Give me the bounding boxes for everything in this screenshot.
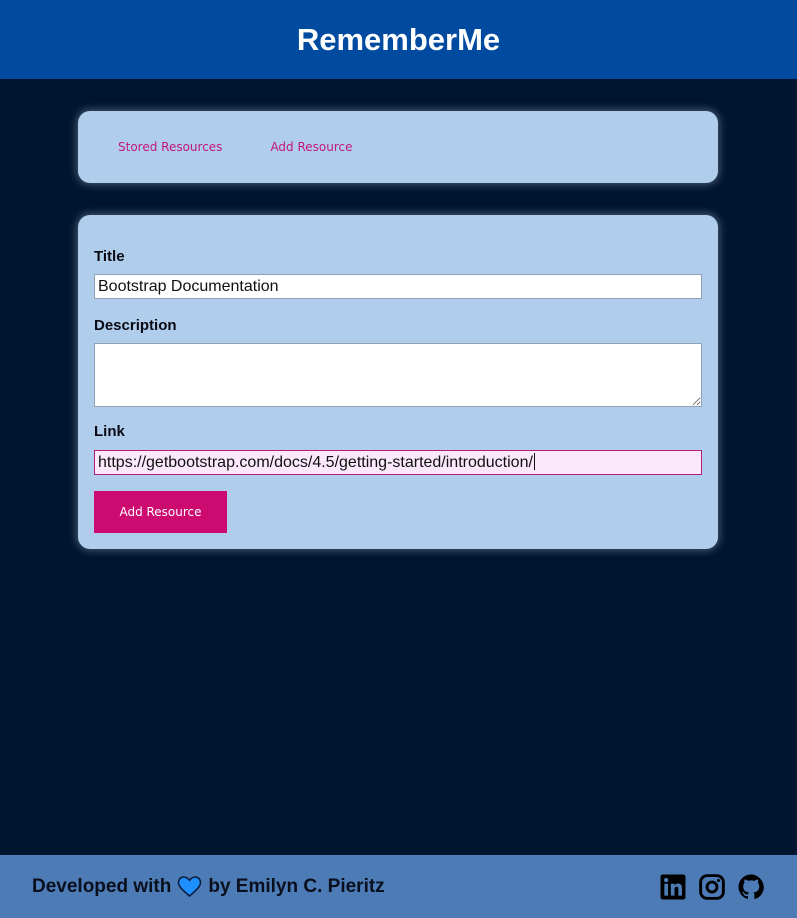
- nav-link-stored-resources[interactable]: Stored Resources: [118, 140, 222, 154]
- github-icon[interactable]: [738, 874, 764, 900]
- text-caret: [533, 453, 535, 470]
- add-resource-form: Title Bootstrap Documentation Descriptio…: [78, 215, 718, 549]
- title-input-value: Bootstrap Documentation: [98, 278, 279, 295]
- description-label: Description: [94, 317, 177, 334]
- instagram-icon[interactable]: [699, 873, 725, 900]
- add-resource-button[interactable]: Add Resource: [94, 491, 227, 533]
- linkedin-icon[interactable]: [660, 874, 686, 900]
- title-label: Title: [94, 248, 125, 265]
- footer-credit: Developed with by Emilyn C. Pieritz: [32, 876, 385, 898]
- app-title: RememberMe: [296, 21, 501, 57]
- title-input[interactable]: Bootstrap Documentation: [94, 274, 702, 299]
- nav-card: Stored Resources Add Resource: [78, 111, 718, 183]
- link-input-value: https://getbootstrap.com/docs/4.5/gettin…: [98, 454, 533, 471]
- link-input[interactable]: https://getbootstrap.com/docs/4.5/gettin…: [94, 450, 702, 475]
- link-label: Link: [94, 423, 125, 440]
- footer-developed-with: Developed with: [32, 875, 172, 897]
- nav-link-add-resource[interactable]: Add Resource: [270, 140, 352, 154]
- footer-author: by Emilyn C. Pieritz: [208, 875, 385, 897]
- description-textarea[interactable]: [94, 343, 702, 407]
- app-header: RememberMe: [0, 0, 797, 79]
- heart-icon: [177, 876, 202, 897]
- social-links: [660, 873, 764, 900]
- footer: Developed with by Emilyn C. Pieritz: [0, 855, 797, 918]
